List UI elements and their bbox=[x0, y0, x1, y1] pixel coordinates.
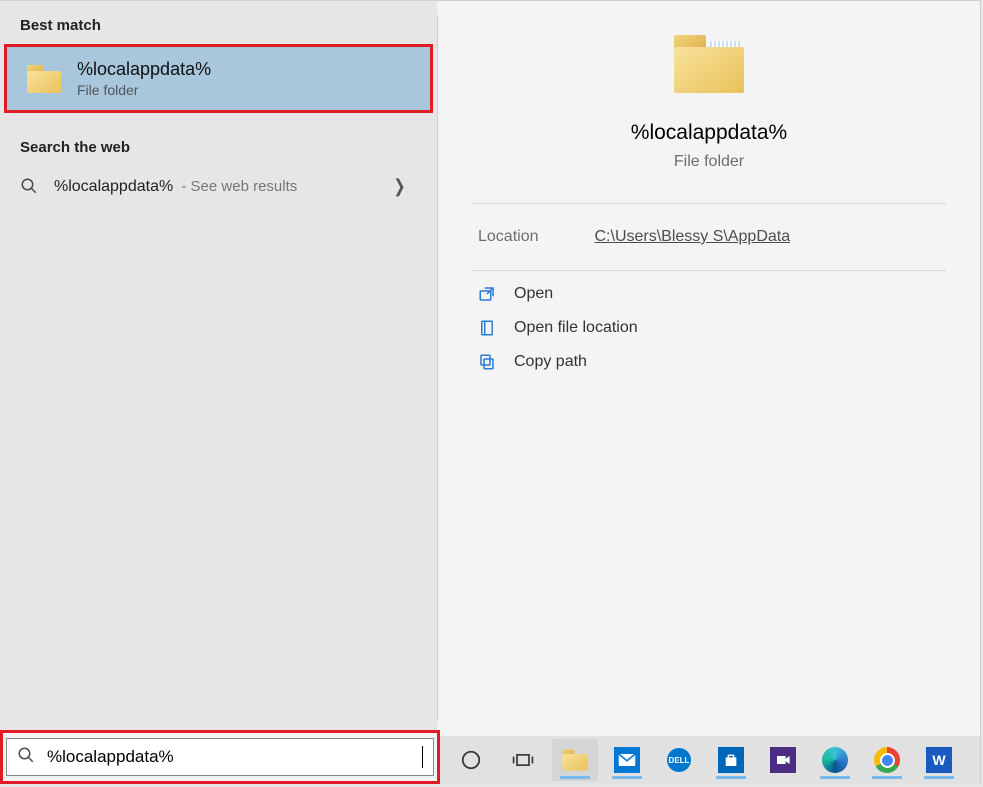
store-button[interactable] bbox=[708, 739, 754, 781]
search-web-header: Search the web bbox=[0, 123, 437, 166]
location-row: Location C:\Users\Blessy S\AppData bbox=[438, 204, 980, 270]
web-result[interactable]: %localappdata% - See web results ❯ bbox=[0, 166, 437, 207]
edge-button[interactable] bbox=[812, 739, 858, 781]
search-box-highlight bbox=[0, 730, 440, 784]
search-icon bbox=[20, 177, 40, 197]
taskbar: DELL bbox=[440, 736, 980, 784]
video-editor-button[interactable] bbox=[760, 739, 806, 781]
open-action[interactable]: Open bbox=[478, 285, 940, 303]
task-view-button[interactable] bbox=[500, 739, 546, 781]
dell-app-button[interactable]: DELL bbox=[656, 739, 702, 781]
file-explorer-button[interactable] bbox=[552, 739, 598, 781]
open-location-action[interactable]: Open file location bbox=[478, 319, 940, 337]
preview-actions: Open Open file location bbox=[438, 271, 980, 385]
preview-header: %localappdata% File folder bbox=[438, 1, 980, 203]
map-pin-icon bbox=[478, 319, 496, 337]
chevron-right-icon: ❯ bbox=[393, 176, 405, 197]
folder-icon bbox=[27, 65, 61, 93]
folder-icon bbox=[674, 35, 744, 93]
web-result-title: %localappdata% bbox=[54, 178, 173, 195]
preview-title: %localappdata% bbox=[438, 121, 980, 145]
open-icon bbox=[478, 285, 496, 303]
copy-path-label: Copy path bbox=[514, 353, 587, 371]
web-result-suffix: - See web results bbox=[181, 178, 297, 195]
open-label: Open bbox=[514, 285, 553, 303]
copy-path-action[interactable]: Copy path bbox=[478, 353, 940, 371]
cortana-button[interactable] bbox=[448, 739, 494, 781]
search-icon bbox=[17, 746, 35, 768]
open-location-label: Open file location bbox=[514, 319, 638, 337]
text-caret bbox=[422, 746, 423, 768]
location-label: Location bbox=[478, 228, 539, 246]
copy-icon bbox=[478, 353, 496, 371]
chrome-button[interactable] bbox=[864, 739, 910, 781]
best-match-header: Best match bbox=[0, 1, 437, 44]
results-column: Best match %localappdata% File folder Se… bbox=[0, 1, 437, 730]
search-input[interactable] bbox=[45, 746, 412, 768]
word-button[interactable]: W bbox=[916, 739, 962, 781]
preview-pane: %localappdata% File folder Location C:\U… bbox=[438, 1, 980, 730]
best-match-title: %localappdata% bbox=[77, 59, 211, 80]
best-match-subtitle: File folder bbox=[77, 82, 211, 98]
mail-button[interactable] bbox=[604, 739, 650, 781]
search-box[interactable] bbox=[6, 738, 434, 776]
windows-search-panel: Best match %localappdata% File folder Se… bbox=[0, 0, 981, 784]
preview-subtitle: File folder bbox=[438, 153, 980, 171]
best-match-result[interactable]: %localappdata% File folder bbox=[4, 44, 433, 113]
location-path-link[interactable]: C:\Users\Blessy S\AppData bbox=[595, 228, 791, 246]
